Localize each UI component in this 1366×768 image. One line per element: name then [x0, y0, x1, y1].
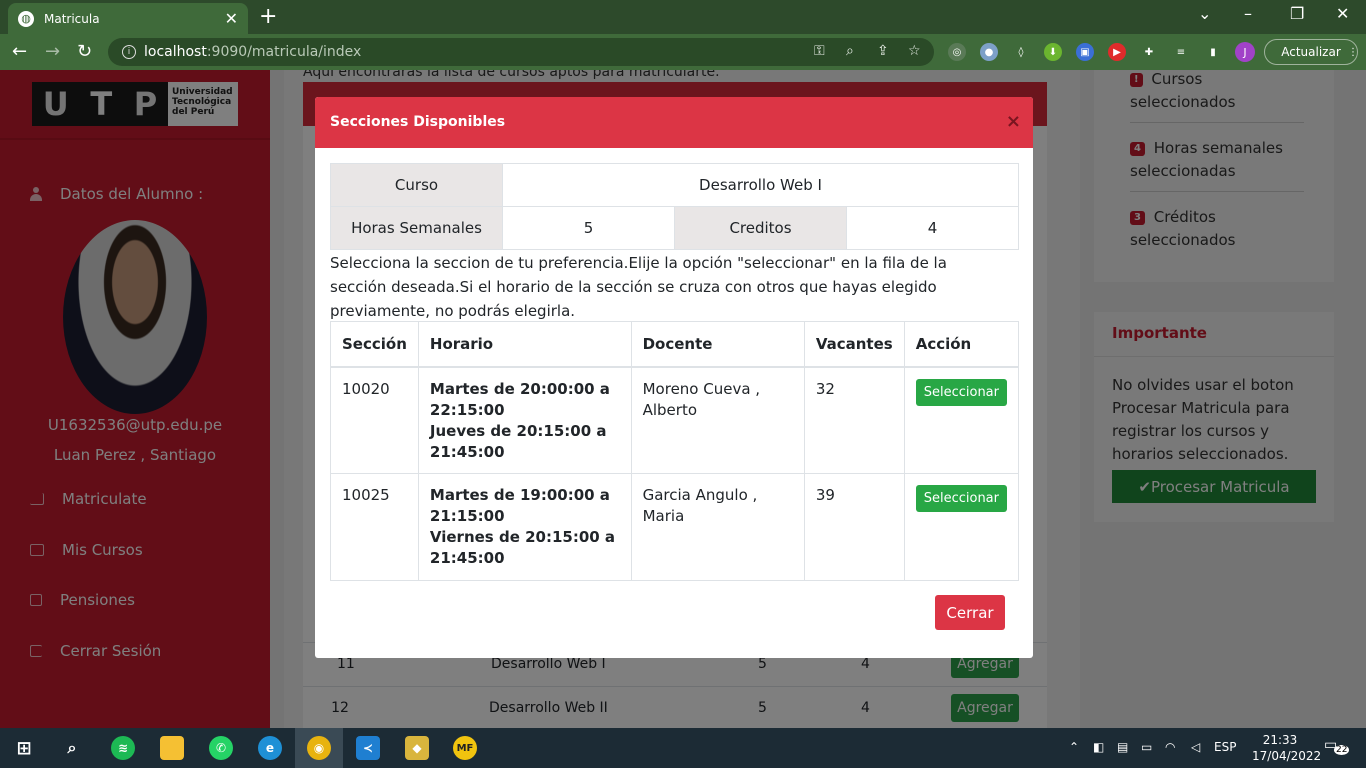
- mf-app-icon[interactable]: MF: [453, 736, 477, 760]
- schedule-line: Jueves de 20:15:00 a 21:45:00: [429, 421, 607, 461]
- globe-icon: ◍: [18, 10, 34, 27]
- clock-time: 21:33: [1262, 733, 1298, 747]
- url-host: localhost: [144, 44, 207, 60]
- bookmark-star-icon[interactable]: ☆: [908, 43, 921, 59]
- search-icon[interactable]: ⌕: [60, 736, 84, 760]
- url-path: :9090/matricula/index: [206, 44, 362, 60]
- column-header: Vacantes: [803, 321, 905, 368]
- schedule-line: Martes de 20:00:00 a 22:15:00: [429, 379, 610, 419]
- language-indicator[interactable]: ESP: [1214, 740, 1236, 754]
- browser-tab-strip: ◍ Matricula ✕ + ⌄ – ❐ ✕: [0, 0, 1366, 34]
- tab-title: Matricula: [44, 11, 100, 26]
- new-tab-icon[interactable]: +: [259, 4, 277, 29]
- select-section-button[interactable]: Seleccionar: [915, 485, 1007, 512]
- close-modal-button[interactable]: Cerrar: [935, 595, 1005, 630]
- modal-header: Secciones Disponibles ×: [315, 97, 1033, 148]
- section-code: 10020: [330, 366, 419, 474]
- address-bar: ← → ↻ i localhost:9090/matricula/index ⚿…: [0, 34, 1366, 70]
- spotify-icon[interactable]: ≋: [111, 736, 135, 760]
- forward-icon[interactable]: →: [45, 41, 60, 62]
- tab-close-icon[interactable]: ✕: [225, 9, 238, 28]
- meet-now-icon[interactable]: ◧: [1093, 740, 1104, 754]
- table-header-row: Sección Horario Docente Vacantes Acción: [330, 321, 1020, 368]
- column-header: Sección: [330, 321, 419, 368]
- profile-avatar[interactable]: J: [1235, 42, 1255, 62]
- section-teacher: Garcia Angulo , Maria: [630, 473, 805, 581]
- credits-label: Creditos: [674, 206, 847, 250]
- display-icon[interactable]: ▤: [1117, 740, 1128, 754]
- column-header: Horario: [417, 321, 632, 368]
- clock-date: 17/04/2022: [1252, 749, 1322, 763]
- browser-menu-icon[interactable]: ⋮: [1344, 43, 1362, 61]
- whatsapp-icon[interactable]: ✆: [209, 736, 233, 760]
- windows-start-icon[interactable]: ⊞: [12, 736, 36, 760]
- side-panel-icon[interactable]: ▮: [1204, 43, 1222, 61]
- page-viewport: U T P Universidad Tecnológica del Perú D…: [0, 70, 1366, 728]
- weekly-hours-value: 5: [502, 206, 675, 250]
- select-section-button[interactable]: Seleccionar: [915, 378, 1007, 406]
- column-header: Docente: [630, 321, 805, 368]
- schedule-line: Martes de 19:00:00 a 21:15:00: [429, 486, 610, 525]
- course-label: Curso: [330, 163, 503, 207]
- share-icon[interactable]: ⇪: [877, 43, 889, 59]
- restore-icon[interactable]: ❐: [1290, 4, 1304, 23]
- course-value: Desarrollo Web I: [502, 163, 1019, 207]
- extension-icon[interactable]: ●: [980, 43, 998, 61]
- taskbar: ⊞ ⌕ ≋ ✆ e ◉ ≺ ◆ MF ⌃ ◧ ▤ ▭ ◠ ◁ ESP 21:33…: [0, 728, 1366, 768]
- credits-value: 4: [846, 206, 1019, 250]
- section-schedule: Martes de 19:00:00 a 21:15:00 Viernes de…: [417, 473, 632, 581]
- url-input[interactable]: i localhost:9090/matricula/index: [108, 38, 934, 66]
- schedule-line: Viernes de 20:15:00 a 21:45:00: [429, 528, 616, 567]
- vscode-icon[interactable]: ≺: [356, 736, 380, 760]
- extension-icon[interactable]: ◎: [948, 43, 966, 61]
- section-teacher: Moreno Cueva , Alberto: [630, 366, 805, 474]
- column-header: Acción: [903, 321, 1020, 368]
- download-extension-icon[interactable]: ⬇: [1044, 43, 1062, 61]
- app-cube-icon[interactable]: ◆: [405, 736, 429, 760]
- weekly-hours-label: Horas Semanales: [330, 206, 503, 250]
- extension-icon[interactable]: ◊: [1012, 43, 1030, 61]
- reload-icon[interactable]: ↻: [77, 41, 92, 62]
- clock[interactable]: 21:33 17/04/2022: [1252, 732, 1322, 764]
- key-icon[interactable]: ⚿: [814, 43, 825, 59]
- screen-recorder-icon[interactable]: ▣: [1076, 43, 1094, 61]
- zoom-icon[interactable]: ⌕: [846, 43, 854, 59]
- back-icon[interactable]: ←: [12, 41, 27, 62]
- modal-title: Secciones Disponibles: [330, 114, 506, 130]
- notification-center[interactable]: ▭ 22: [1324, 737, 1350, 759]
- wifi-icon[interactable]: ◠: [1165, 740, 1175, 754]
- browser-tab[interactable]: ◍ Matricula ✕: [8, 3, 248, 34]
- tab-search-icon[interactable]: ⌄: [1198, 4, 1211, 23]
- section-code: 10025: [330, 473, 419, 581]
- sections-table: Sección Horario Docente Vacantes Acción …: [330, 321, 1020, 581]
- extensions-puzzle-icon[interactable]: ✚: [1140, 43, 1158, 61]
- sections-modal: Secciones Disponibles × Curso Desarrollo…: [315, 97, 1033, 658]
- tray-expand-icon[interactable]: ⌃: [1069, 740, 1079, 754]
- close-window-icon[interactable]: ✕: [1336, 4, 1349, 23]
- course-info-table: Curso Desarrollo Web I Horas Semanales 5…: [330, 163, 1019, 250]
- instructions-text: Selecciona la seccion de tu preferencia.…: [330, 254, 947, 320]
- section-vacancies: 39: [803, 473, 905, 581]
- section-vacancies: 32: [803, 366, 905, 474]
- section-schedule: Martes de 20:00:00 a 22:15:00 Jueves de …: [417, 366, 632, 474]
- modal-close-icon[interactable]: ×: [1006, 111, 1021, 132]
- notification-count: 22: [1334, 745, 1350, 755]
- table-row: 10025 Martes de 19:00:00 a 21:15:00 Vier…: [330, 473, 1020, 581]
- chrome-icon[interactable]: ◉: [307, 736, 331, 760]
- media-control-icon[interactable]: ≡: [1172, 43, 1190, 61]
- site-info-icon[interactable]: i: [122, 45, 136, 59]
- youtube-icon[interactable]: ▶: [1108, 43, 1126, 61]
- battery-icon[interactable]: ▭: [1141, 740, 1152, 754]
- edge-icon[interactable]: e: [258, 736, 282, 760]
- minimize-icon[interactable]: –: [1244, 4, 1252, 23]
- table-row: 10020 Martes de 20:00:00 a 22:15:00 Juev…: [330, 366, 1020, 474]
- file-explorer-icon[interactable]: [160, 736, 184, 760]
- volume-icon[interactable]: ◁: [1191, 740, 1200, 754]
